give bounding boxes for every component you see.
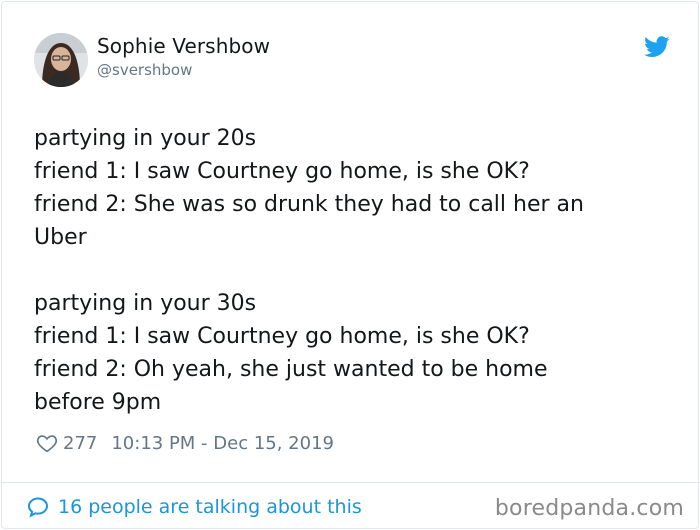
- author-handle[interactable]: @svershbow: [97, 61, 192, 79]
- conversation-label[interactable]: 16 people are talking about this: [58, 496, 362, 518]
- tweet-line: friend 2: She was so drunk they had to c…: [34, 192, 584, 217]
- speech-bubble-icon: [27, 497, 49, 518]
- tweet-text: partying in your 20s friend 1: I saw Cou…: [34, 122, 674, 419]
- divider: [2, 482, 700, 483]
- watermark: boredpanda.com: [494, 496, 684, 521]
- author-display-name[interactable]: Sophie Vershbow: [97, 34, 270, 58]
- avatar-image: [34, 33, 88, 87]
- heart-icon[interactable]: [36, 432, 58, 454]
- tweet-meta: 277 10:13 PM - Dec 15, 2019: [36, 430, 334, 456]
- conversation-link[interactable]: 16 people are talking about this: [26, 494, 362, 520]
- tweet-timestamp[interactable]: 10:13 PM - Dec 15, 2019: [111, 433, 334, 454]
- twitter-bird-icon[interactable]: [644, 36, 670, 58]
- tweet-line: partying in your 30s: [34, 291, 257, 316]
- tweet-line: friend 2: Oh yeah, she just wanted to be…: [34, 357, 548, 382]
- tweet-line: before 9pm: [34, 390, 162, 415]
- avatar[interactable]: [34, 33, 88, 87]
- tweet-card: Sophie Vershbow @svershbow partying in y…: [1, 1, 700, 529]
- tweet-line: Uber: [34, 225, 87, 250]
- tweet-line: friend 1: I saw Courtney go home, is she…: [34, 324, 530, 349]
- tweet-line: partying in your 20s: [34, 126, 257, 151]
- like-count[interactable]: 277: [63, 433, 97, 454]
- tweet-line: friend 1: I saw Courtney go home, is she…: [34, 159, 530, 184]
